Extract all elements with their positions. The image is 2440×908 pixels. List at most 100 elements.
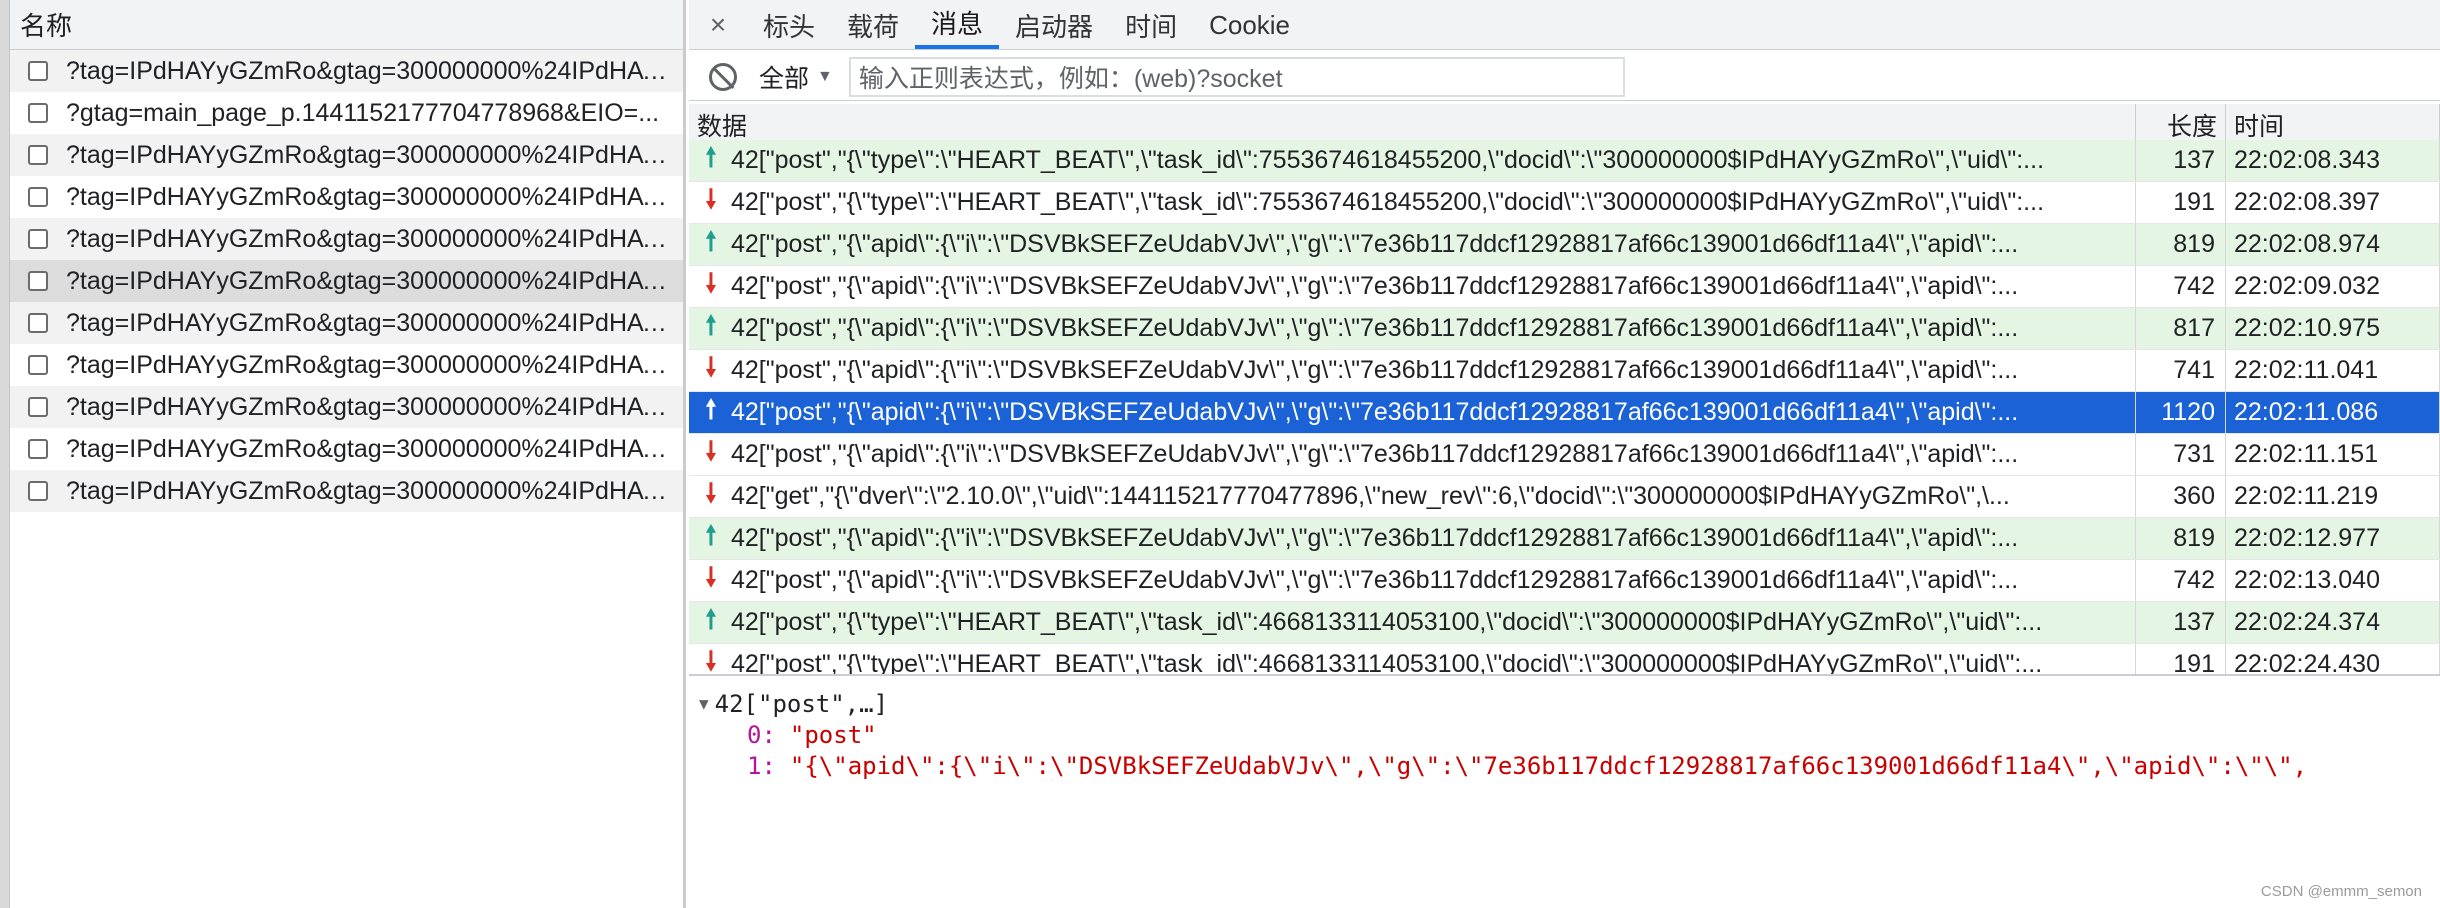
filter-regex-input[interactable]: 输入正则表达式，例如：(web)?socket xyxy=(848,56,1625,97)
received-arrow-icon: 🠗 xyxy=(705,477,717,508)
message-time-cell: 22:02:11.219 xyxy=(2226,476,2440,517)
message-data-text: 42["get","{\"dver\":\"2.10.0\",\"uid\":1… xyxy=(731,482,2010,510)
message-data-text: 42["post","{\"apid\":{\"i\":\"DSVBkSEFZe… xyxy=(731,524,2019,552)
message-time-cell: 22:02:11.086 xyxy=(2226,392,2440,433)
message-row[interactable]: 🠗 42["post","{\"apid\":{\"i\":\"DSVBkSEFZ… xyxy=(689,560,2440,602)
received-arrow-icon: 🠗 xyxy=(705,183,717,214)
sent-arrow-icon: 🠕 xyxy=(705,309,717,340)
request-checkbox[interactable] xyxy=(28,271,48,291)
request-name: ?tag=IPdHAYyGZmRo&gtag=300000000%24IPdHA… xyxy=(66,392,683,421)
request-row[interactable]: ?tag=IPdHAYyGZmRo&gtag=300000000%24IPdHA… xyxy=(10,386,683,428)
message-length-cell: 819 xyxy=(2136,518,2226,559)
column-header-time[interactable]: 时间 xyxy=(2226,104,2440,145)
message-time-cell: 22:02:09.032 xyxy=(2226,266,2440,307)
message-row[interactable]: 🠕 42["post","{\"apid\":{\"i\":\"DSVBkSEFZ… xyxy=(689,224,2440,266)
message-row[interactable]: 🠗 42["get","{\"dver\":\"2.10.0\",\"uid\":… xyxy=(689,476,2440,518)
message-length-cell: 191 xyxy=(2136,182,2226,223)
message-data-cell: 🠗 42["post","{\"apid\":{\"i\":\"DSVBkSEFZ… xyxy=(689,350,2136,391)
messages-table-body: 🠕 42["post","{\"type\":\"HEART_BEAT\",\"t… xyxy=(689,140,2440,676)
request-checkbox[interactable] xyxy=(28,439,48,459)
request-row[interactable]: ?tag=IPdHAYyGZmRo&gtag=300000000%24IPdHA… xyxy=(10,302,683,344)
message-time-cell: 22:02:13.040 xyxy=(2226,560,2440,601)
message-detail: ▼ 42["post",…] 0: "post" 1: "{\"apid\":{… xyxy=(689,680,2440,908)
message-data-text: 42["post","{\"type\":\"HEART_BEAT\",\"ta… xyxy=(731,650,2043,676)
tab-payload[interactable]: 载荷 xyxy=(831,1,915,49)
request-name: ?tag=IPdHAYyGZmRo&gtag=300000000%24IPdHA… xyxy=(66,266,683,295)
request-checkbox[interactable] xyxy=(28,229,48,249)
message-data-text: 42["post","{\"apid\":{\"i\":\"DSVBkSEFZe… xyxy=(731,566,2019,594)
watermark: CSDN @emmm_semon xyxy=(2260,883,2422,900)
request-row[interactable]: ?gtag=main_page_p.1441152177704778968&EI… xyxy=(10,92,683,134)
expand-triangle-icon[interactable]: ▼ xyxy=(699,694,709,713)
message-length-cell: 819 xyxy=(2136,224,2226,265)
message-data-cell: 🠗 42["post","{\"apid\":{\"i\":\"DSVBkSEFZ… xyxy=(689,434,2136,475)
message-data-text: 42["post","{\"apid\":{\"i\":\"DSVBkSEFZe… xyxy=(731,272,2019,300)
message-row[interactable]: 🠕 42["post","{\"type\":\"HEART_BEAT\",\"t… xyxy=(689,602,2440,644)
request-checkbox[interactable] xyxy=(28,187,48,207)
request-checkbox[interactable] xyxy=(28,397,48,417)
message-row[interactable]: 🠗 42["post","{\"type\":\"HEART_BEAT\",\"t… xyxy=(689,644,2440,676)
request-checkbox[interactable] xyxy=(28,481,48,501)
message-row[interactable]: 🠕 42["post","{\"apid\":{\"i\":\"DSVBkSEFZ… xyxy=(689,518,2440,560)
message-data-text: 42["post","{\"apid\":{\"i\":\"DSVBkSEFZe… xyxy=(731,440,2019,468)
received-arrow-icon: 🠗 xyxy=(705,435,717,466)
message-time-cell: 22:02:08.974 xyxy=(2226,224,2440,265)
received-arrow-icon: 🠗 xyxy=(705,267,717,298)
clear-messages-icon[interactable] xyxy=(709,62,737,91)
message-length-cell: 137 xyxy=(2136,602,2226,643)
message-length-cell: 137 xyxy=(2136,140,2226,181)
name-column-header[interactable]: 名称 xyxy=(10,0,683,50)
request-checkbox[interactable] xyxy=(28,145,48,165)
column-header-data[interactable]: 数据 xyxy=(689,104,2136,145)
message-row[interactable]: 🠗 42["post","{\"type\":\"HEART_BEAT\",\"t… xyxy=(689,182,2440,224)
message-row[interactable]: 🠗 42["post","{\"apid\":{\"i\":\"DSVBkSEFZ… xyxy=(689,434,2440,476)
request-list: ?tag=IPdHAYyGZmRo&gtag=300000000%24IPdHA… xyxy=(10,50,683,512)
message-data-cell: 🠕 42["post","{\"apid\":{\"i\":\"DSVBkSEFZ… xyxy=(689,518,2136,559)
message-data-cell: 🠗 42["get","{\"dver\":\"2.10.0\",\"uid\":… xyxy=(689,476,2136,517)
message-length-cell: 731 xyxy=(2136,434,2226,475)
message-type-select[interactable]: 全部 ▼ xyxy=(759,59,833,95)
message-row[interactable]: 🠕 42["post","{\"type\":\"HEART_BEAT\",\"t… xyxy=(689,140,2440,182)
message-time-cell: 22:02:11.041 xyxy=(2226,350,2440,391)
message-row[interactable]: 🠕 42["post","{\"apid\":{\"i\":\"DSVBkSEFZ… xyxy=(689,308,2440,350)
message-row[interactable]: 🠕 42["post","{\"apid\":{\"i\":\"DSVBkSEFZ… xyxy=(689,392,2440,434)
request-row[interactable]: ?tag=IPdHAYyGZmRo&gtag=300000000%24IPdHA… xyxy=(10,134,683,176)
request-name: ?tag=IPdHAYyGZmRo&gtag=300000000%24IPdHA… xyxy=(66,350,683,379)
message-data-text: 42["post","{\"type\":\"HEART_BEAT\",\"ta… xyxy=(731,188,2045,216)
message-length-cell: 742 xyxy=(2136,266,2226,307)
window-edge xyxy=(0,0,10,908)
message-length-cell: 741 xyxy=(2136,350,2226,391)
request-row[interactable]: ?tag=IPdHAYyGZmRo&gtag=300000000%24IPdHA… xyxy=(10,428,683,470)
message-time-cell: 22:02:12.977 xyxy=(2226,518,2440,559)
close-icon[interactable]: × xyxy=(703,1,733,49)
detail-item-0-key: 0: xyxy=(747,720,776,749)
request-name: ?tag=IPdHAYyGZmRo&gtag=300000000%24IPdHA… xyxy=(66,182,683,211)
message-time-cell: 22:02:24.430 xyxy=(2226,644,2440,674)
request-checkbox[interactable] xyxy=(28,103,48,123)
message-time-cell: 22:02:24.374 xyxy=(2226,602,2440,643)
request-list-pane: 名称 ?tag=IPdHAYyGZmRo&gtag=300000000%24IP… xyxy=(10,0,686,908)
tab-messages[interactable]: 消息 xyxy=(915,0,1000,49)
request-name: ?gtag=main_page_p.1441152177704778968&EI… xyxy=(66,98,660,127)
request-row[interactable]: ?tag=IPdHAYyGZmRo&gtag=300000000%24IPdHA… xyxy=(10,344,683,386)
request-checkbox[interactable] xyxy=(28,355,48,375)
request-row[interactable]: ?tag=IPdHAYyGZmRo&gtag=300000000%24IPdHA… xyxy=(10,218,683,260)
request-row[interactable]: ?tag=IPdHAYyGZmRo&gtag=300000000%24IPdHA… xyxy=(10,176,683,218)
message-row[interactable]: 🠗 42["post","{\"apid\":{\"i\":\"DSVBkSEFZ… xyxy=(689,350,2440,392)
detail-summary-line[interactable]: ▼ 42["post",…] xyxy=(689,688,2440,719)
detail-item-1-key: 1: xyxy=(747,751,776,780)
message-row[interactable]: 🠗 42["post","{\"apid\":{\"i\":\"DSVBkSEFZ… xyxy=(689,266,2440,308)
column-header-length[interactable]: 长度 xyxy=(2136,104,2226,145)
tab-timing[interactable]: 时间 xyxy=(1109,1,1193,49)
tab-cookie[interactable]: Cookie xyxy=(1193,1,1306,49)
request-row[interactable]: ?tag=IPdHAYyGZmRo&gtag=300000000%24IPdHA… xyxy=(10,260,683,302)
tab-initiator[interactable]: 启动器 xyxy=(999,1,1109,49)
request-row[interactable]: ?tag=IPdHAYyGZmRo&gtag=300000000%24IPdHA… xyxy=(10,470,683,512)
request-checkbox[interactable] xyxy=(28,61,48,81)
request-checkbox[interactable] xyxy=(28,313,48,333)
message-data-cell: 🠗 42["post","{\"type\":\"HEART_BEAT\",\"t… xyxy=(689,644,2136,676)
message-filter-bar: 全部 ▼ 输入正则表达式，例如：(web)?socket xyxy=(689,53,2440,101)
tab-headers[interactable]: 标头 xyxy=(747,1,831,49)
message-data-text: 42["post","{\"apid\":{\"i\":\"DSVBkSEFZe… xyxy=(731,230,2019,258)
request-row[interactable]: ?tag=IPdHAYyGZmRo&gtag=300000000%24IPdHA… xyxy=(10,50,683,92)
